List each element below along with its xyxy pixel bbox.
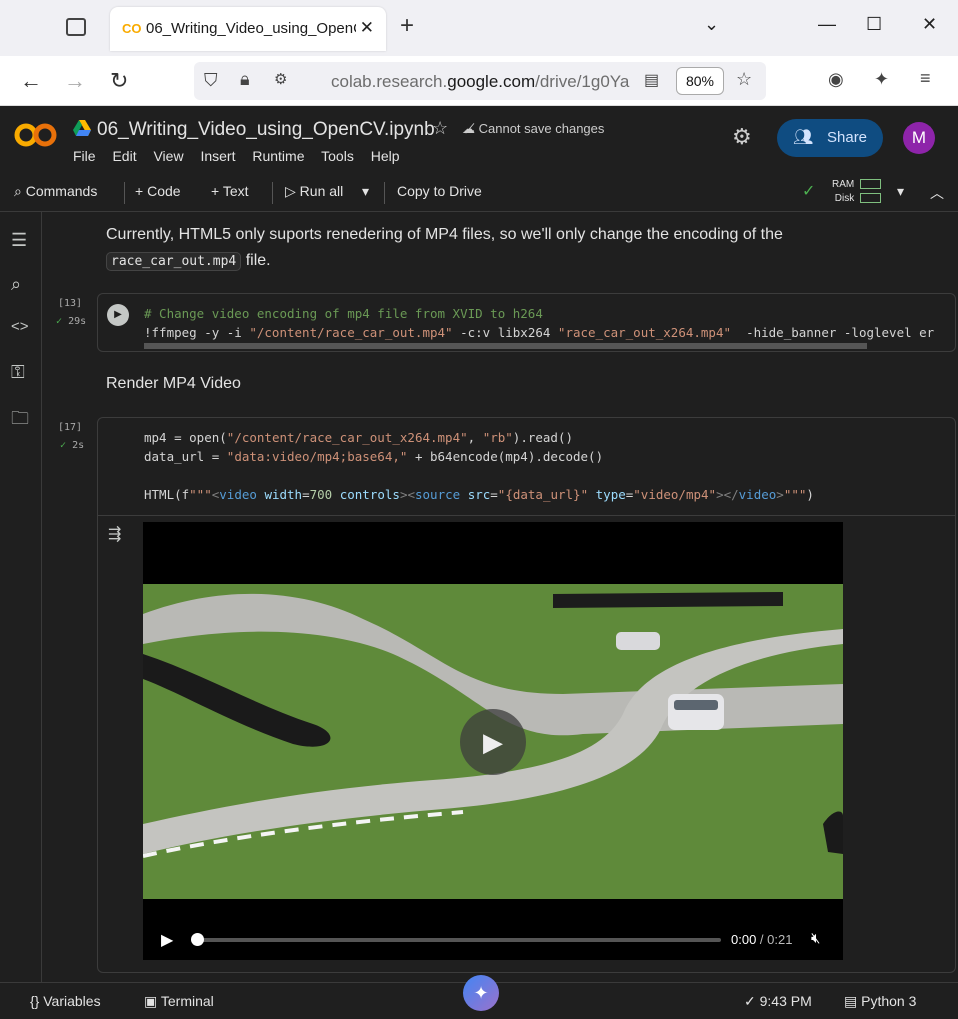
markdown-cell-heading[interactable]: Render MP4 Video <box>106 371 241 397</box>
add-text-button[interactable]: + Text <box>211 183 249 199</box>
tab-overview-icon[interactable] <box>66 18 86 36</box>
commands-button[interactable]: ⌕ Commands <box>14 183 97 200</box>
star-notebook-icon[interactable]: ☆ <box>432 118 448 139</box>
big-play-button[interactable]: ▶ <box>460 709 526 775</box>
play-icon[interactable]: ▶ <box>161 930 173 950</box>
code-line[interactable]: !ffmpeg -y -i "/content/race_car_out.mp4… <box>144 323 952 342</box>
settings-gear-icon[interactable]: ⚙ <box>732 124 752 150</box>
lock-icon[interactable]: 🔒︎ <box>240 69 250 90</box>
menu-edit[interactable]: Edit <box>112 148 136 164</box>
back-icon[interactable]: ← <box>20 68 42 94</box>
status-bar: {} Variables ▣ Terminal ✦ ✓ 9:43 PM ▤ Py… <box>0 975 958 1019</box>
colab-header: 06_Writing_Video_using_OpenCV.ipynb ☆ ☁̸… <box>0 106 958 174</box>
files-folder-icon[interactable]: 🗀 <box>11 406 29 436</box>
close-tab-icon[interactable]: ✕ <box>360 18 374 38</box>
table-of-contents-icon[interactable]: ☰ <box>11 230 27 251</box>
resource-bars <box>860 179 881 207</box>
zoom-level[interactable]: 80% <box>676 67 724 95</box>
video-frame: ▶ <box>143 584 843 899</box>
new-tab-icon[interactable]: + <box>400 12 414 40</box>
kernel-icon: ▤ <box>844 993 858 1009</box>
menu-bar: File Edit View Insert Runtime Tools Help <box>73 148 413 164</box>
code-line[interactable]: mp4 = open("/content/race_car_out_x264.m… <box>144 428 573 447</box>
kernel-status[interactable]: ▤ Python 3 <box>844 993 916 1010</box>
menu-view[interactable]: View <box>153 148 183 164</box>
find-icon[interactable]: ⌕ <box>11 274 21 295</box>
shield-icon[interactable]: ⛉ <box>204 70 218 91</box>
terminal-button[interactable]: ▣ Terminal <box>144 993 214 1010</box>
exec-count-17: [17] <box>58 422 83 433</box>
menu-tools[interactable]: Tools <box>321 148 354 164</box>
inline-code: race_car_out.mp4 <box>106 252 242 271</box>
avatar[interactable]: M <box>903 122 935 154</box>
colab-logo-icon[interactable] <box>14 120 58 150</box>
colab-favicon-icon: CO <box>122 21 142 36</box>
app-menu-icon[interactable]: ≡ <box>920 68 931 89</box>
exec-count-13: [13] <box>58 298 83 309</box>
permissions-icon[interactable]: ⚙ <box>274 70 287 88</box>
cloud-off-icon: ☁̸ <box>462 121 479 136</box>
copy-to-drive-button[interactable]: Copy to Drive <box>397 183 482 199</box>
video-player[interactable]: ▶ ▶ 0:00 / 0:21 🔇︎ <box>143 522 843 960</box>
horizontal-scrollbar[interactable] <box>144 343 867 349</box>
extensions-icon[interactable]: ✦ <box>874 69 889 90</box>
run-all-button[interactable]: ▷ Run all <box>285 183 343 200</box>
code-line[interactable]: data_url = "data:video/mp4;base64," + b6… <box>144 447 603 466</box>
menu-insert[interactable]: Insert <box>200 148 235 164</box>
menu-file[interactable]: File <box>73 148 96 164</box>
bookmark-star-icon[interactable]: ☆ <box>736 69 752 90</box>
browser-toolbar: ← → ↻ ⛉ 🔒︎ ⚙ colab.research.google.com/d… <box>0 56 958 106</box>
code-line[interactable]: # Change video encoding of mp4 file from… <box>144 304 543 323</box>
left-sidebar: ☰ ⌕ <> ⚿ 🗀 <box>0 212 42 982</box>
play-outline-icon: ▷ <box>285 183 296 199</box>
account-icon[interactable]: ◉ <box>828 69 844 90</box>
code-line[interactable]: HTML(f"""<video width=700 controls><sour… <box>144 485 814 504</box>
address-bar[interactable]: ⛉ 🔒︎ ⚙ colab.research.google.com/drive/1… <box>194 62 766 100</box>
browser-tab[interactable]: CO 06_Writing_Video_using_OpenC ✕ <box>110 7 386 51</box>
tab-list-chevron-icon[interactable]: ⌄ <box>704 14 719 35</box>
output-actions-icon[interactable]: ⇶ <box>108 524 121 544</box>
window-close-icon[interactable]: ✕ <box>922 14 937 35</box>
runtime-dropdown-icon[interactable]: ▾ <box>897 183 904 200</box>
notebook-title[interactable]: 06_Writing_Video_using_OpenCV.ipynb <box>97 119 435 141</box>
exec-time-17: ✓ 2s <box>60 440 85 451</box>
exec-time-13: ✓ 29s <box>56 316 87 327</box>
gemini-button[interactable]: ✦ <box>463 975 499 1011</box>
forward-icon[interactable]: → <box>64 68 86 94</box>
minimize-icon[interactable]: — <box>818 14 836 35</box>
menu-help[interactable]: Help <box>371 148 400 164</box>
people-icon: 👥︎ <box>793 129 814 146</box>
markdown-cell[interactable]: Currently, HTML5 only suports renedering… <box>106 222 926 275</box>
run-all-dropdown-icon[interactable]: ▾ <box>362 183 369 200</box>
google-drive-icon <box>73 120 91 136</box>
browser-tab-bar: CO 06_Writing_Video_using_OpenC ✕ + ⌄ — … <box>0 0 958 56</box>
secrets-key-icon[interactable]: ⚿ <box>11 362 25 383</box>
notebook-toolbar: ⌕ Commands + Code + Text ▷ Run all ▾ Cop… <box>0 174 958 212</box>
menu-runtime[interactable]: Runtime <box>252 148 304 164</box>
run-cell-button[interactable]: ▶ <box>107 304 129 326</box>
add-code-button[interactable]: + Code <box>135 183 181 199</box>
code-snippets-icon[interactable]: <> <box>11 318 29 335</box>
url-text[interactable]: colab.research.google.com/drive/1g0Ya <box>331 72 636 92</box>
connected-check-icon: ✓ <box>802 183 816 200</box>
last-run-status[interactable]: ✓ 9:43 PM <box>744 993 812 1010</box>
cannot-save-status: ☁̸ Cannot save changes <box>462 121 605 136</box>
search-icon: ⌕ <box>14 183 22 199</box>
variables-icon: {} <box>30 993 40 1009</box>
code-cell-13[interactable]: ▶ # Change video encoding of mp4 file fr… <box>97 293 956 352</box>
collapse-header-icon[interactable]: ︿ <box>930 183 944 203</box>
share-button[interactable]: 👥︎ Share <box>777 119 883 157</box>
notebook-content: Currently, HTML5 only suports renedering… <box>42 212 958 982</box>
tab-title: 06_Writing_Video_using_OpenC <box>146 20 356 37</box>
maximize-icon[interactable]: ☐ <box>866 14 882 35</box>
reload-icon[interactable]: ↻ <box>110 68 128 94</box>
reader-view-icon[interactable]: ▤ <box>644 70 659 90</box>
time-display: 0:00 / 0:21 <box>731 932 793 947</box>
seek-bar[interactable] <box>191 933 721 946</box>
video-controls: ▶ 0:00 / 0:21 🔇︎ <box>143 920 843 960</box>
mute-icon[interactable]: 🔇︎ <box>811 930 820 947</box>
resource-monitor[interactable]: RAM Disk <box>832 178 854 206</box>
terminal-icon: ▣ <box>144 993 158 1009</box>
variables-button[interactable]: {} Variables <box>30 993 101 1009</box>
